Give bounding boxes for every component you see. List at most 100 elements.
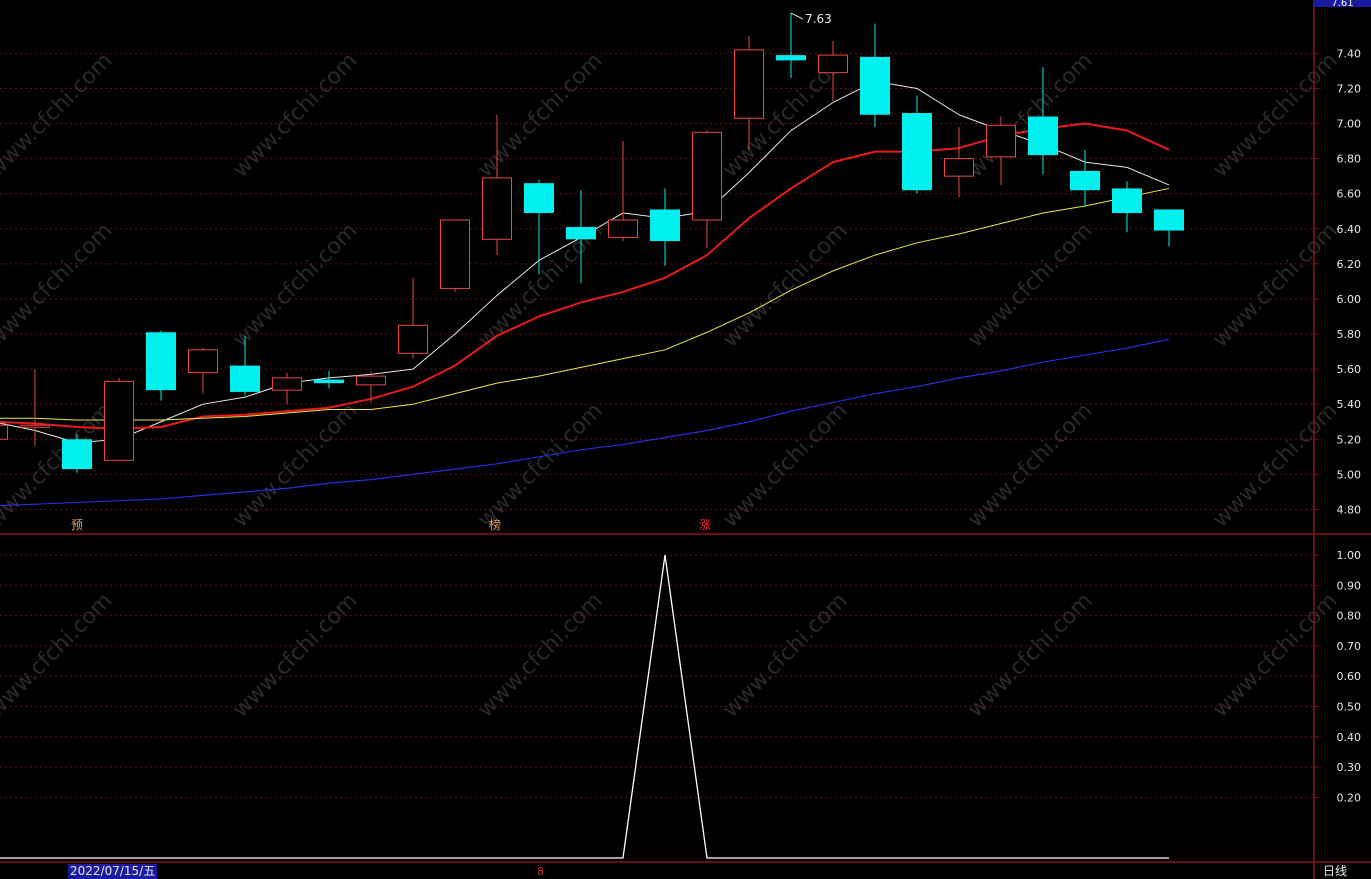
watermark: www.cfchi.com xyxy=(963,398,1097,532)
candle xyxy=(902,95,932,194)
price-tick-label: 7.00 xyxy=(1337,118,1362,131)
candle-body xyxy=(902,113,932,191)
price-tick-label: 6.20 xyxy=(1337,258,1362,271)
candle xyxy=(146,330,176,401)
indicator-tick-label: 0.70 xyxy=(1337,640,1362,653)
candle xyxy=(0,424,8,440)
candle xyxy=(230,335,260,396)
candle-body xyxy=(482,177,512,240)
candle-body xyxy=(314,379,344,384)
candle-body xyxy=(608,219,638,239)
candle-body xyxy=(230,365,260,392)
candle-body xyxy=(776,55,806,61)
candle xyxy=(1154,209,1184,247)
watermark: www.cfchi.com xyxy=(473,48,607,182)
watermark: www.cfchi.com xyxy=(1208,218,1342,352)
watermark: www.cfchi.com xyxy=(473,398,607,532)
indicator-tick-label: 0.30 xyxy=(1337,761,1362,774)
candle-body xyxy=(734,49,764,119)
candle xyxy=(20,369,50,447)
candle-body xyxy=(986,124,1016,158)
grid-lines xyxy=(0,52,1314,798)
candle-body xyxy=(20,424,50,428)
watermark-layer: www.cfchi.com www.cfchi.com www.cfchi.com w… xyxy=(0,48,1343,722)
candle-body xyxy=(818,54,848,74)
candle-body xyxy=(1112,188,1142,213)
candle xyxy=(272,372,302,405)
indicator-tick-label: 0.80 xyxy=(1337,610,1362,623)
candle-body xyxy=(944,158,974,177)
indicator-tick-label: 0.60 xyxy=(1337,670,1362,683)
price-tick-label: 6.60 xyxy=(1337,188,1362,201)
watermark: www.cfchi.com xyxy=(228,588,362,722)
watermark: www.cfchi.com xyxy=(228,218,362,352)
watermark: www.cfchi.com xyxy=(1208,588,1342,722)
watermark: www.cfchi.com xyxy=(963,218,1097,352)
watermark: www.cfchi.com xyxy=(718,398,852,532)
watermark: www.cfchi.com xyxy=(963,48,1097,182)
high-label: 7.63 xyxy=(805,12,832,26)
watermark: www.cfchi.com xyxy=(718,218,852,352)
watermark: www.cfchi.com xyxy=(718,588,852,722)
price-tick-label: 7.40 xyxy=(1337,47,1362,60)
candle-body xyxy=(524,183,554,213)
high-pointer xyxy=(790,12,804,20)
marker-zhang[interactable]: 涨 xyxy=(699,519,711,532)
candle-body xyxy=(692,131,722,221)
price-tick-label: 5.20 xyxy=(1337,433,1362,446)
candle xyxy=(860,23,890,128)
indicator-tick-label: 1.00 xyxy=(1337,549,1362,562)
candle xyxy=(776,13,806,78)
indicator-tick-label: 0.50 xyxy=(1337,701,1362,714)
indicator-tick-label: 0.90 xyxy=(1337,579,1362,592)
candle xyxy=(188,348,218,394)
watermark: www.cfchi.com xyxy=(228,398,362,532)
candle xyxy=(104,377,134,461)
indicator-tick-label: 0.40 xyxy=(1337,731,1362,744)
candle-body xyxy=(1154,209,1184,231)
price-badge: 7.61 xyxy=(1314,0,1371,7)
candle-body xyxy=(272,377,302,391)
candle-body xyxy=(356,375,386,386)
candle-body xyxy=(188,349,218,374)
marker-yu[interactable]: 预 xyxy=(71,519,83,532)
indicator-axis: 1.00 0.90 0.80 0.70 0.60 0.50 0.40 0.30 0.20 xyxy=(1314,549,1361,804)
candle xyxy=(650,188,680,266)
candle-body xyxy=(0,424,8,440)
watermark: www.cfchi.com xyxy=(963,588,1097,722)
price-tick-label: 6.40 xyxy=(1337,223,1362,236)
price-tick-label: 5.80 xyxy=(1337,328,1362,341)
price-axis: 7.40 7.20 7.00 6.80 6.60 6.40 6.20 6.00 5.80 5.60… xyxy=(1314,47,1361,516)
watermark: www.cfchi.com xyxy=(0,588,118,722)
candle-body xyxy=(398,324,428,354)
watermark: www.cfchi.com xyxy=(473,588,607,722)
date-label: 2022/07/15/五 xyxy=(68,864,158,879)
candle-body xyxy=(860,56,890,115)
price-tick-label: 4.80 xyxy=(1337,503,1362,516)
candle xyxy=(62,434,92,473)
period-label[interactable]: 日线 xyxy=(1320,864,1351,879)
footer-mark: 8 xyxy=(537,865,544,878)
candle xyxy=(692,130,722,249)
price-tick-label: 6.80 xyxy=(1337,153,1362,166)
candle-body xyxy=(566,227,596,240)
candle xyxy=(398,277,428,359)
watermark: www.cfchi.com xyxy=(0,48,118,182)
candle xyxy=(944,127,974,198)
price-tick-label: 5.00 xyxy=(1337,468,1362,481)
stock-chart[interactable]: www.cfchi.com www.cfchi.com www.cfchi.com w… xyxy=(0,0,1371,879)
watermark: www.cfchi.com xyxy=(1208,48,1342,182)
candle-body xyxy=(146,332,176,391)
candle xyxy=(986,116,1016,185)
candle-body xyxy=(650,209,680,242)
candle-body xyxy=(1070,170,1100,191)
price-tick-label: 6.00 xyxy=(1337,293,1362,306)
candle-body xyxy=(1028,116,1058,156)
watermark: www.cfchi.com xyxy=(228,48,362,182)
indicator-tick-label: 0.20 xyxy=(1337,791,1362,804)
candle xyxy=(608,141,638,242)
marker-bang[interactable]: 榜 xyxy=(489,519,501,532)
candle-body xyxy=(62,439,92,470)
watermark: www.cfchi.com xyxy=(1208,398,1342,532)
watermark: www.cfchi.com xyxy=(0,218,118,352)
